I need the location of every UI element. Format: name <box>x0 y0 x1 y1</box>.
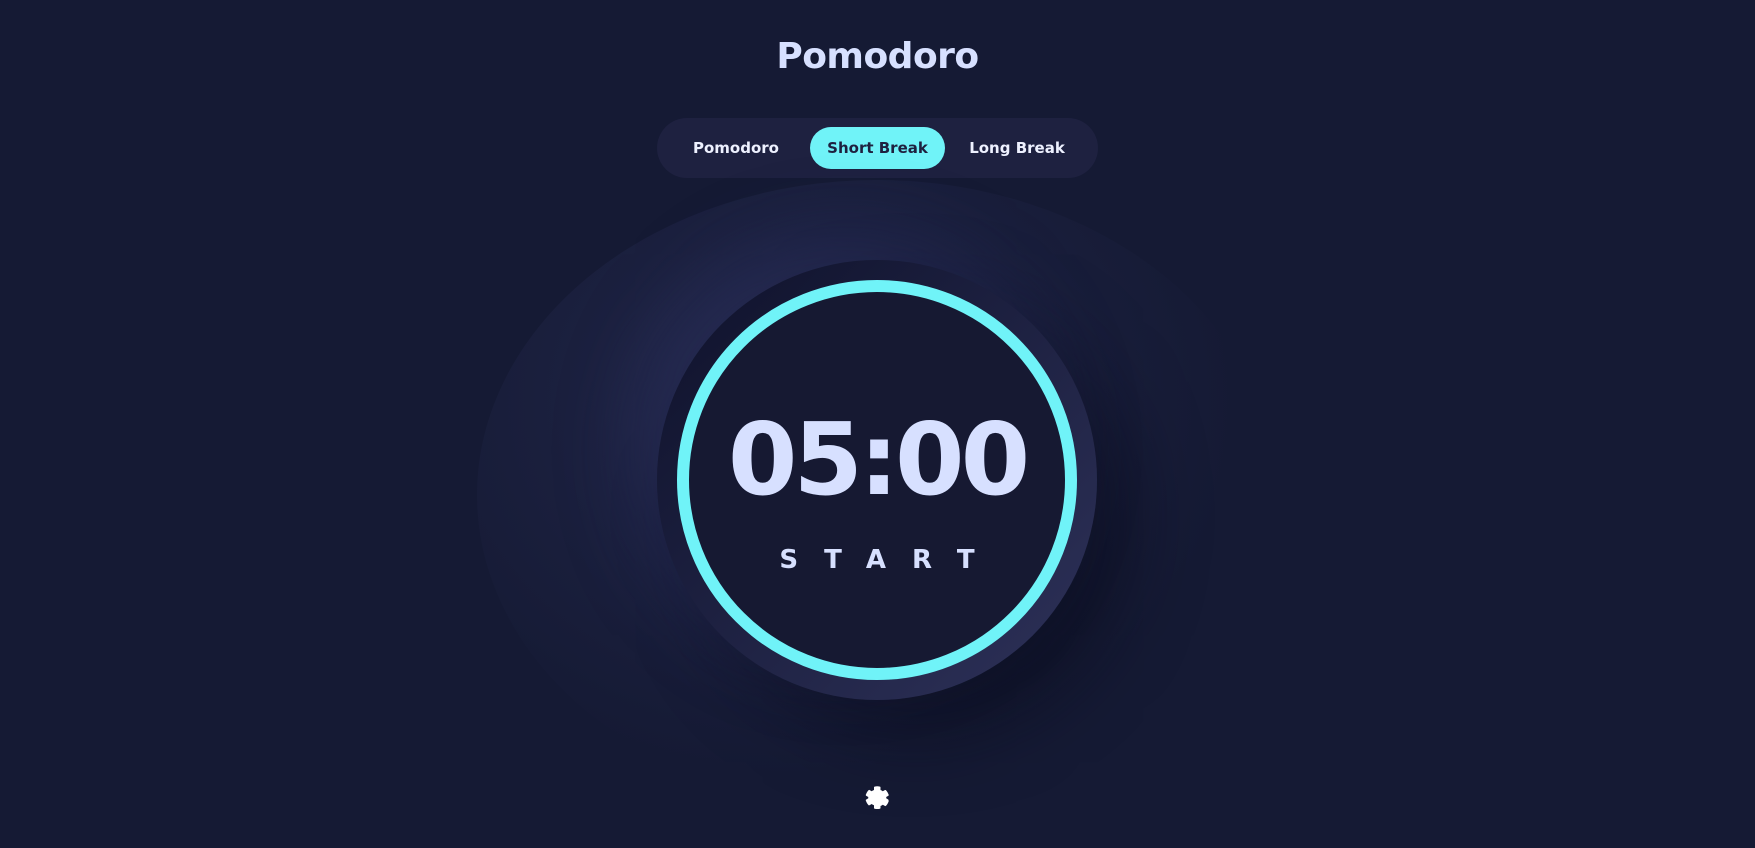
mode-switch: Pomodoro Short Break Long Break <box>657 118 1098 178</box>
timer-dial[interactable]: 05:00 START <box>657 260 1097 700</box>
tab-long-break[interactable]: Long Break <box>945 127 1089 169</box>
gear-icon[interactable] <box>863 784 891 812</box>
tab-pomodoro[interactable]: Pomodoro <box>666 127 806 169</box>
start-button[interactable]: START <box>657 545 1097 575</box>
tab-short-break[interactable]: Short Break <box>810 127 945 169</box>
page-title: Pomodoro <box>776 36 979 77</box>
timer-display: 05:00 <box>727 401 1030 518</box>
